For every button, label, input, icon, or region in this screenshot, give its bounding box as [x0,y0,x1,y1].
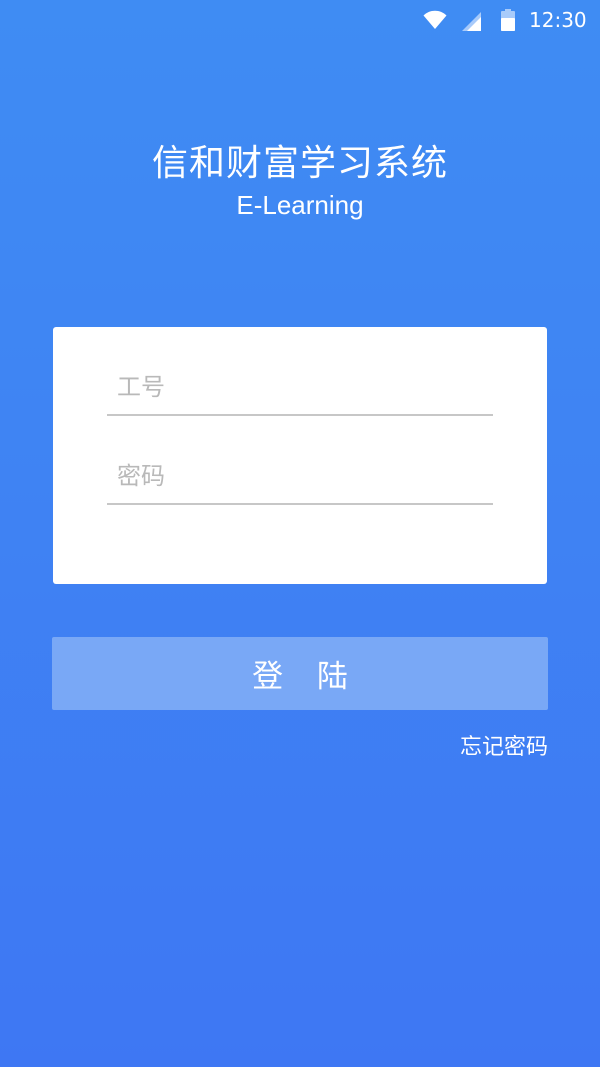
battery-icon [501,9,515,31]
status-bar: 12:30 [0,0,600,40]
forgot-password-link[interactable]: 忘记密码 [460,733,548,763]
app-subtitle: E-Learning [236,190,364,220]
password-field [107,449,493,505]
login-card [53,327,547,584]
wifi-icon [423,10,447,29]
login-button[interactable]: 登 陆 [52,637,548,710]
employee-id-input[interactable] [107,360,493,414]
password-input[interactable] [107,449,493,503]
app-title: 信和财富学习系统 [151,143,448,184]
signal-icon [462,12,481,31]
employee-id-field [107,360,493,416]
status-time: 12:30 [529,8,587,32]
